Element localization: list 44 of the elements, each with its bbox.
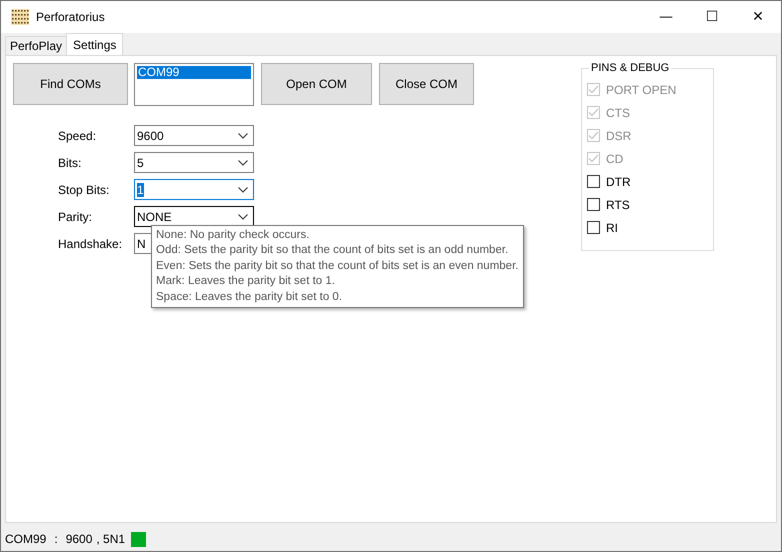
dropdown[interactable]: 9600	[134, 125, 254, 146]
open-com-button[interactable]: Open COM	[261, 63, 372, 105]
status-format: , 5N1	[96, 532, 126, 546]
tab[interactable]: PerfoPlay	[5, 36, 68, 55]
status-separator: :	[54, 532, 58, 546]
checkbox-label: RTS	[606, 198, 630, 212]
caret-icon	[238, 132, 248, 138]
tab[interactable]: Settings	[66, 33, 124, 55]
minimize-button[interactable]: —	[643, 1, 689, 33]
field-label: Speed:	[58, 128, 98, 142]
tooltip-line: Odd: Sets the parity bit so that the count of bits set is an odd number.	[156, 243, 510, 258]
checkbox-label: CTS	[606, 106, 630, 120]
field-label: Stop Bits:	[58, 182, 110, 196]
caret-icon	[238, 214, 248, 220]
field-label: Bits:	[58, 156, 82, 170]
list-item[interactable]: COM99	[137, 66, 251, 79]
tooltip-line: Mark: Leaves the parity bit set to 1.	[156, 274, 336, 290]
checkbox-label: CD	[606, 152, 624, 166]
tooltip-line: Even: Sets the parity bit so that the count of bits set is an even number.	[156, 258, 518, 274]
checkbox-label: PORT OPEN	[606, 82, 676, 96]
checkbox[interactable]	[587, 221, 600, 234]
field-label: Handshake:	[58, 236, 124, 250]
status-speed: 9600	[66, 532, 92, 546]
caret-icon	[238, 186, 248, 192]
tooltip-line: Space: Leaves the parity bit set to 0.	[156, 290, 344, 305]
find-coms-button[interactable]: Find COMs	[13, 63, 128, 105]
field-label: Parity:	[58, 210, 94, 224]
maximize-button[interactable]: ☐	[689, 1, 735, 33]
checkbox[interactable]	[587, 198, 600, 211]
close-com-button[interactable]: Close COM	[379, 63, 474, 105]
tooltip-line: None: No parity check occurs.	[156, 228, 310, 243]
window-title: Perforatorius	[36, 10, 105, 24]
checkbox-label: DSR	[606, 128, 632, 142]
group-title: PINS & DEBUG	[590, 62, 670, 74]
app-icon	[11, 9, 29, 25]
status-port: COM99	[5, 532, 46, 546]
dropdown[interactable]: 5	[134, 152, 254, 173]
checkbox-label: RI	[606, 220, 618, 234]
close-button[interactable]: ✕	[735, 1, 781, 33]
checkbox-label: DTR	[606, 174, 631, 188]
dropdown[interactable]: 1	[134, 179, 254, 200]
port-listbox[interactable]: COM99	[134, 63, 254, 106]
checkbox[interactable]	[587, 175, 600, 188]
caret-icon	[238, 160, 248, 166]
